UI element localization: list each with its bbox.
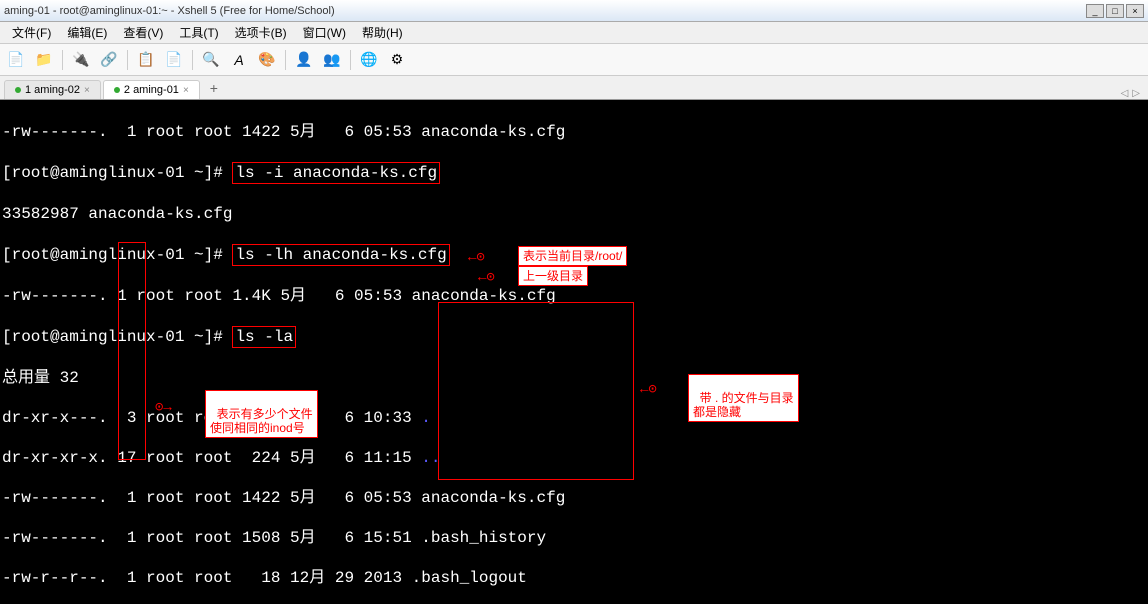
annotation-hidden-files: 带 . 的文件与目录都是隐藏 (688, 374, 799, 422)
menu-tabs[interactable]: 选项卡(B) (227, 22, 295, 43)
menu-help[interactable]: 帮助(H) (354, 22, 411, 43)
annotation-current-dir: 表示当前目录/root/ (518, 246, 627, 266)
search-icon[interactable]: 🔍 (199, 48, 223, 72)
font-icon[interactable]: A (227, 48, 251, 72)
color-icon[interactable]: 🎨 (255, 48, 279, 72)
tab-nav: ◁ ▷ (1121, 88, 1144, 99)
separator (127, 50, 128, 70)
reconnect-icon[interactable]: 🔌 (69, 48, 93, 72)
disconnect-icon[interactable]: 🔗 (97, 48, 121, 72)
tab-aming-01[interactable]: 2 aming-01 × (103, 80, 200, 99)
terminal[interactable]: -rw-------. 1 root root 1422 5月 6 05:53 … (0, 100, 1148, 604)
tab-close-icon[interactable]: × (84, 85, 90, 96)
terminal-line: -rw-r--r--. 1 root root 18 12月 29 2013 .… (2, 568, 1146, 588)
annotation-parent-dir: 上一级目录 (518, 266, 588, 286)
tab-close-icon[interactable]: × (183, 85, 189, 96)
toolbar: 📄 📁 🔌 🔗 📋 📄 🔍 A 🎨 👤 👥 🌐 ⚙ (0, 44, 1148, 76)
close-button[interactable]: × (1126, 4, 1144, 18)
separator (62, 50, 63, 70)
highlight-box-links (118, 242, 146, 460)
new-session-icon[interactable]: 📄 (4, 48, 28, 72)
tab-label: 1 aming-02 (25, 84, 80, 96)
menu-file[interactable]: 文件(F) (4, 22, 59, 43)
arrow-icon: ⊙→ (155, 398, 172, 418)
tab-bar: 1 aming-02 × 2 aming-01 × + ◁ ▷ (0, 76, 1148, 100)
highlight-command: ls -la (232, 326, 296, 348)
copy-icon[interactable]: 📋 (134, 48, 158, 72)
tab-label: 2 aming-01 (124, 84, 179, 96)
terminal-line: [root@aminglinux-01 ~]# ls -i anaconda-k… (2, 162, 1146, 184)
nav-left-icon[interactable]: ◁ (1121, 88, 1129, 99)
terminal-line: -rw-------. 1 root root 1422 5月 6 05:53 … (2, 122, 1146, 142)
menu-view[interactable]: 查看(V) (115, 22, 171, 43)
users-icon[interactable]: 👥 (320, 48, 344, 72)
terminal-line: 33582987 anaconda-ks.cfg (2, 204, 1146, 224)
separator (285, 50, 286, 70)
separator (350, 50, 351, 70)
annotation-link-count: 表示有多少个文件使同相同的inod号 (205, 390, 318, 438)
highlight-command: ls -lh anaconda-ks.cfg (232, 244, 449, 266)
terminal-line: -rw-------. 1 root root 1508 5月 6 15:51 … (2, 528, 1146, 548)
arrow-icon: ←⊙ (478, 268, 495, 288)
highlight-command: ls -i anaconda-ks.cfg (232, 162, 440, 184)
nav-right-icon[interactable]: ▷ (1132, 88, 1140, 99)
window-controls: _ □ × (1086, 4, 1144, 18)
window-title: aming-01 - root@aminglinux-01:~ - Xshell… (4, 5, 335, 17)
menu-bar: 文件(F) 编辑(E) 查看(V) 工具(T) 选项卡(B) 窗口(W) 帮助(… (0, 22, 1148, 44)
user-icon[interactable]: 👤 (292, 48, 316, 72)
open-icon[interactable]: 📁 (32, 48, 56, 72)
tab-add-button[interactable]: + (202, 77, 226, 99)
minimize-button[interactable]: _ (1086, 4, 1104, 18)
arrow-icon: ←⊙ (640, 380, 657, 400)
maximize-button[interactable]: □ (1106, 4, 1124, 18)
tab-aming-02[interactable]: 1 aming-02 × (4, 80, 101, 99)
globe-icon[interactable]: 🌐 (357, 48, 381, 72)
status-dot-icon (114, 87, 120, 93)
menu-window[interactable]: 窗口(W) (295, 22, 354, 43)
paste-icon[interactable]: 📄 (162, 48, 186, 72)
title-bar: aming-01 - root@aminglinux-01:~ - Xshell… (0, 0, 1148, 22)
terminal-line: -rw-------. 1 root root 1422 5月 6 05:53 … (2, 488, 1146, 508)
highlight-box-dotfiles (438, 302, 634, 480)
separator (192, 50, 193, 70)
menu-tools[interactable]: 工具(T) (171, 22, 226, 43)
settings-icon[interactable]: ⚙ (385, 48, 409, 72)
menu-edit[interactable]: 编辑(E) (59, 22, 115, 43)
status-dot-icon (15, 87, 21, 93)
arrow-icon: ←⊙ (468, 248, 485, 268)
